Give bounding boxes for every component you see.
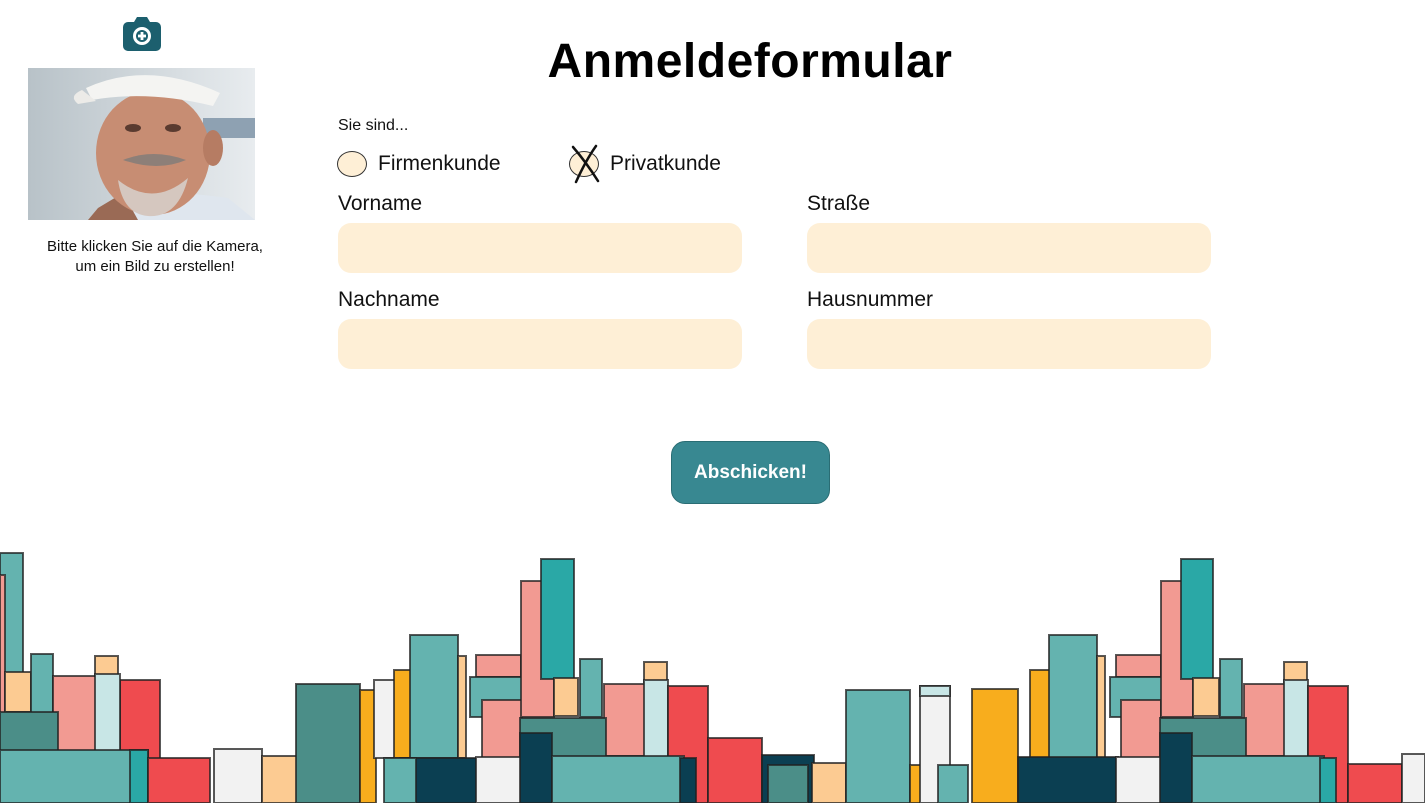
profile-photo	[28, 68, 255, 220]
page-title: Anmeldeformular	[547, 35, 953, 88]
camera-icon	[123, 17, 161, 51]
radio-label-firmenkunde: Firmenkunde	[378, 152, 501, 175]
photo-caption-text: Bitte klicken Sie auf die Kamera, um ein…	[47, 238, 263, 275]
vorname-input[interactable]	[338, 223, 742, 273]
vorname-label: Vorname	[338, 192, 423, 215]
cross-check-icon	[571, 144, 600, 184]
radio-circle[interactable]	[337, 151, 367, 177]
hausnummer-label: Hausnummer	[807, 288, 934, 311]
customer-type-question: Sie sind...	[338, 117, 409, 134]
radio-label-privatkunde: Privatkunde	[610, 152, 721, 175]
strasse-label: Straße	[807, 192, 871, 215]
radio-circle-selected[interactable]	[569, 144, 600, 184]
radio-privatkunde[interactable]: Privatkunde	[569, 144, 721, 184]
nachname-input[interactable]	[338, 319, 742, 369]
hausnummer-input[interactable]	[807, 319, 1211, 369]
camera-button[interactable]	[123, 17, 161, 51]
skyline-illustration	[0, 552, 1425, 803]
photo-caption: Bitte klicken Sie auf die Kamera, um ein…	[20, 237, 290, 277]
strasse-input[interactable]	[807, 223, 1211, 273]
submit-button[interactable]: Abschicken!	[671, 441, 830, 504]
nachname-label: Nachname	[338, 288, 440, 311]
radio-firmenkunde[interactable]: Firmenkunde	[337, 148, 501, 180]
